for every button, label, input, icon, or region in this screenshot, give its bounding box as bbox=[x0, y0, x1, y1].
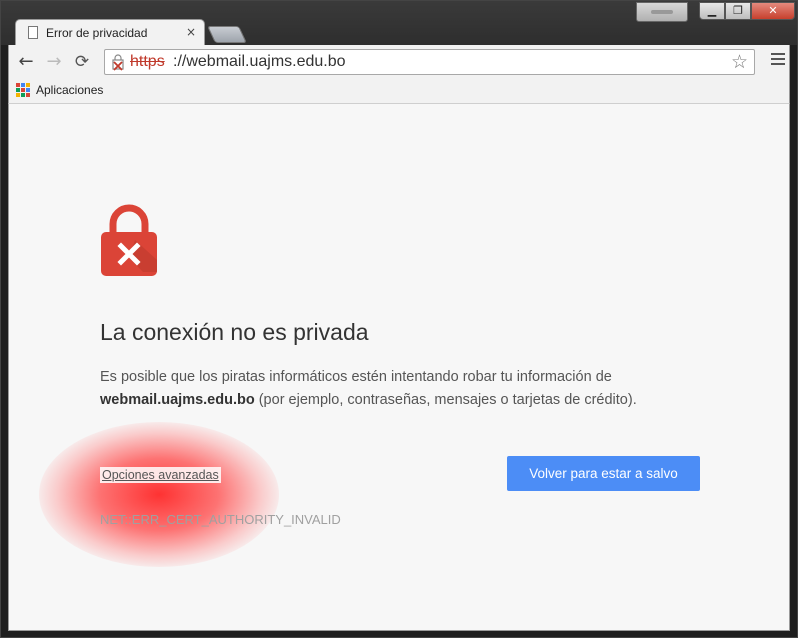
address-bar[interactable]: https ://webmail.uajms.edu.bo ☆ bbox=[104, 49, 755, 75]
page-title: La conexión no es privada bbox=[100, 319, 369, 345]
description-prefix: Es posible que los piratas informáticos … bbox=[100, 369, 612, 385]
tab-privacy-error[interactable]: Error de privacidad × bbox=[15, 19, 205, 46]
url-scheme: https bbox=[130, 53, 165, 70]
apps-grid-icon[interactable] bbox=[16, 83, 30, 97]
page-icon bbox=[28, 26, 38, 39]
maximize-button[interactable]: ❐ bbox=[725, 2, 751, 20]
reload-button[interactable]: ⟳ bbox=[71, 51, 93, 73]
menu-icon[interactable] bbox=[771, 53, 785, 68]
back-button[interactable]: ← bbox=[15, 51, 37, 73]
red-lock-icon bbox=[101, 204, 157, 276]
user-profile-button[interactable] bbox=[636, 2, 688, 22]
window-controls: ▁ ❐ ✕ bbox=[699, 2, 795, 20]
bookmark-star-icon[interactable]: ☆ bbox=[731, 51, 748, 73]
bookmarks-bar: Aplicaciones bbox=[8, 79, 790, 104]
tab-title: Error de privacidad bbox=[46, 26, 148, 40]
url-text: ://webmail.uajms.edu.bo bbox=[173, 53, 346, 70]
advanced-options-link[interactable]: Opciones avanzadas bbox=[100, 467, 221, 483]
title-bar: ▁ ❐ ✕ Error de privacidad × bbox=[1, 1, 797, 46]
forward-button[interactable]: → bbox=[43, 51, 65, 73]
close-window-button[interactable]: ✕ bbox=[751, 2, 795, 20]
back-to-safety-button[interactable]: Volver para estar a salvo bbox=[507, 456, 700, 491]
error-description: Es posible que los piratas informáticos … bbox=[100, 366, 690, 412]
domain-name: webmail.uajms.edu.bo bbox=[100, 392, 255, 408]
tab-close-icon[interactable]: × bbox=[186, 25, 196, 39]
browser-window: ▁ ❐ ✕ Error de privacidad × ← → ⟳ https … bbox=[0, 0, 798, 638]
minimize-button[interactable]: ▁ bbox=[699, 2, 725, 20]
new-tab-button[interactable] bbox=[207, 26, 247, 43]
error-code: NET::ERR_CERT_AUTHORITY_INVALID bbox=[100, 512, 341, 527]
insecure-lock-icon[interactable] bbox=[111, 53, 125, 71]
red-highlight-glow bbox=[39, 422, 279, 567]
apps-bookmark-label[interactable]: Aplicaciones bbox=[36, 83, 103, 97]
toolbar: ← → ⟳ https ://webmail.uajms.edu.bo ☆ bbox=[8, 45, 790, 79]
description-suffix: (por ejemplo, contraseñas, mensajes o ta… bbox=[254, 392, 637, 408]
interstitial-page: La conexión no es privada Es posible que… bbox=[8, 104, 790, 631]
